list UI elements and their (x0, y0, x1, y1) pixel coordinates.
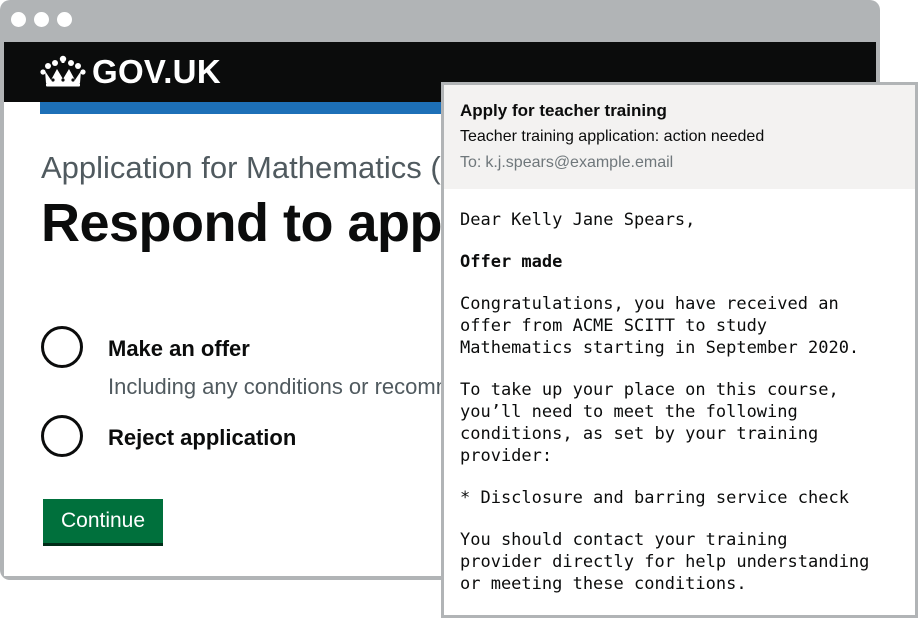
window-dot-2[interactable] (34, 12, 49, 27)
window-dot-3[interactable] (57, 12, 72, 27)
window-dot-1[interactable] (11, 12, 26, 27)
email-subject: Teacher training application: action nee… (460, 128, 765, 145)
email-condition-item: * Disclosure and barring service check (460, 488, 849, 508)
email-paragraph-contact: You should contact your training provide… (460, 530, 870, 594)
email-header: Apply for teacher training Teacher train… (444, 85, 915, 189)
radio-label-make-offer[interactable]: Make an offer (108, 336, 250, 362)
email-greeting: Dear Kelly Jane Spears, (460, 210, 696, 230)
email-paragraph-conditions: To take up your place on this course, yo… (460, 380, 839, 466)
browser-titlebar (0, 0, 880, 40)
email-preview: Apply for teacher training Teacher train… (441, 82, 918, 618)
email-paragraph-offer: Congratulations, you have received an of… (460, 294, 860, 358)
email-status: Offer made (460, 252, 563, 272)
email-body: Dear Kelly Jane Spears, Offer made Congr… (460, 209, 910, 615)
radio-button-reject[interactable] (41, 415, 83, 457)
radio-label-reject[interactable]: Reject application (108, 425, 296, 451)
radio-button-make-offer[interactable] (41, 326, 83, 368)
email-sender: Apply for teacher training (460, 101, 667, 120)
email-to-label: To: (460, 154, 482, 171)
crown-icon (40, 55, 86, 87)
email-recipient: To: k.j.spears@example.email (460, 154, 673, 172)
continue-button[interactable]: Continue (43, 499, 163, 543)
govuk-logotype[interactable]: GOV.UK (92, 53, 221, 91)
email-to-address: k.j.spears@example.email (485, 154, 674, 171)
